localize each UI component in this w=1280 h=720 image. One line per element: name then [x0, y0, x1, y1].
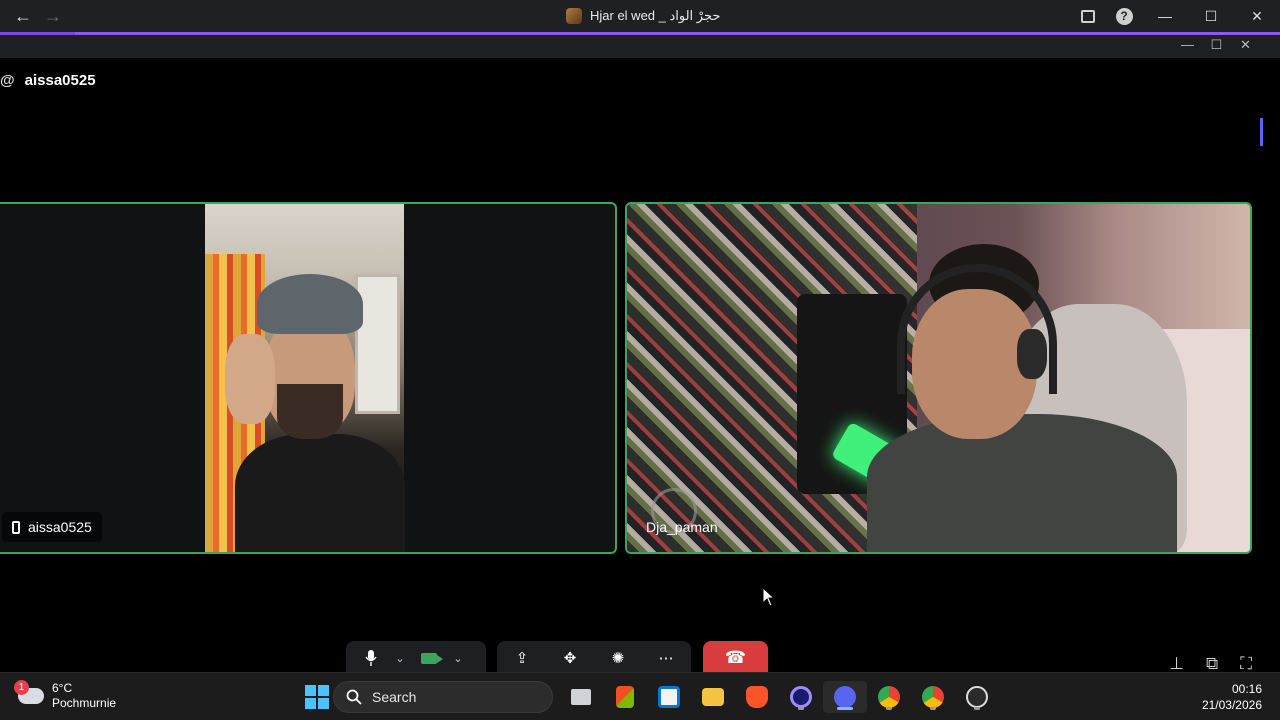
at-icon: @ — [0, 72, 15, 89]
title-bar: ← → Hjar el wed _ حجرْ الواد ? — ☐ ✕ — [0, 0, 1280, 32]
activities-icon[interactable]: ✥ — [553, 643, 587, 673]
system-clock[interactable]: 00:16 21/03/2026 — [1202, 681, 1262, 713]
cloud-icon: 1 — [14, 680, 44, 704]
call-header: @ aissa0525 — [0, 72, 96, 89]
widgets-icon[interactable] — [603, 681, 647, 713]
mouse-cursor-icon — [762, 587, 776, 607]
chrome-icon[interactable] — [911, 681, 955, 713]
taskbar-search[interactable]: Search — [333, 681, 553, 713]
participant-name-tag: aissa0525 — [2, 512, 102, 542]
inbox-icon[interactable] — [1070, 8, 1106, 25]
app-icon[interactable] — [779, 681, 823, 713]
help-icon[interactable]: ? — [1106, 7, 1142, 25]
video-tile-aissa0525[interactable] — [0, 202, 617, 554]
view-controls: ⊥ ⧉ ⛶ — [1169, 654, 1252, 674]
weather-temperature: 6°C — [52, 681, 73, 695]
taskbar-apps: Search — [295, 681, 999, 713]
soundboard-icon[interactable]: ✺ — [601, 643, 635, 673]
forward-icon[interactable]: → — [44, 6, 62, 26]
microphone-icon[interactable] — [354, 643, 388, 673]
participant-name: aissa0525 — [28, 519, 92, 535]
chrome-icon[interactable] — [867, 681, 911, 713]
nav-buttons: ← → — [14, 6, 62, 26]
participant-name: Dja_paman — [646, 519, 718, 535]
hangup-icon: ☎ — [724, 648, 747, 667]
accent-line — [75, 32, 1280, 35]
popout-icon[interactable]: ⧉ — [1206, 654, 1218, 674]
scroll-indicator — [1260, 118, 1263, 146]
weather-widget[interactable]: 1 6°C Pochmurnie — [14, 680, 117, 711]
brave-browser-icon[interactable] — [735, 681, 779, 713]
call-action-controls: ⇪ ✥ ✺ ⋯ — [497, 641, 691, 675]
video-feed — [205, 204, 405, 552]
task-view-icon[interactable] — [559, 681, 603, 713]
discord-icon[interactable] — [823, 681, 867, 713]
clock-date: 21/03/2026 — [1201, 698, 1262, 712]
notification-badge: 1 — [14, 680, 29, 695]
windows-icon — [305, 685, 329, 709]
audio-video-controls: ⌄ ⌄ — [346, 641, 486, 675]
more-options-icon[interactable]: ⋯ — [649, 643, 683, 673]
camera-icon[interactable] — [412, 643, 446, 673]
popout-window-controls: — ☐ ✕ — [1173, 37, 1260, 53]
windows-taskbar: 1 6°C Pochmurnie Search 00:16 21/03/2026 — [0, 672, 1280, 720]
pin-icon[interactable]: ⊥ — [1169, 654, 1184, 674]
popout-bar: — ☐ ✕ — [0, 32, 1280, 58]
popout-minimize-button[interactable]: — — [1173, 37, 1202, 53]
microsoft-store-icon[interactable] — [647, 681, 691, 713]
call-header-user[interactable]: aissa0525 — [25, 72, 96, 89]
screen-share-icon[interactable]: ⇪ — [505, 643, 539, 673]
obs-icon[interactable] — [955, 681, 999, 713]
search-icon — [346, 689, 362, 705]
title-bar-actions: ? — ☐ ✕ — [1070, 0, 1280, 32]
close-button[interactable]: ✕ — [1234, 8, 1280, 25]
back-icon[interactable]: ← — [14, 6, 32, 26]
file-explorer-icon[interactable] — [691, 681, 735, 713]
video-tile-dja-paman[interactable] — [625, 202, 1252, 554]
server-icon — [566, 8, 582, 24]
participant-name-tag: Dja_paman — [636, 512, 728, 542]
disconnect-button[interactable]: ☎ — [703, 641, 768, 675]
fullscreen-icon[interactable]: ⛶ — [1240, 654, 1252, 674]
maximize-button[interactable]: ☐ — [1188, 8, 1234, 25]
window-title-text: Hjar el wed _ حجرْ الواد — [590, 8, 721, 23]
camera-options-chevron-icon[interactable]: ⌄ — [446, 643, 470, 673]
weather-description: Pochmurnie — [52, 696, 117, 710]
mic-options-chevron-icon[interactable]: ⌄ — [388, 643, 412, 673]
popout-maximize-button[interactable]: ☐ — [1202, 37, 1231, 53]
mobile-phone-icon — [12, 520, 20, 534]
video-feed — [627, 204, 1250, 552]
search-placeholder: Search — [372, 689, 417, 705]
window-title: Hjar el wed _ حجرْ الواد — [566, 8, 720, 24]
clock-time: 00:16 — [1231, 682, 1262, 696]
popout-close-button[interactable]: ✕ — [1231, 37, 1260, 53]
minimize-button[interactable]: — — [1142, 8, 1188, 24]
discord-window: ← → Hjar el wed _ حجرْ الواد ? — ☐ ✕ — ☐… — [0, 0, 1280, 720]
